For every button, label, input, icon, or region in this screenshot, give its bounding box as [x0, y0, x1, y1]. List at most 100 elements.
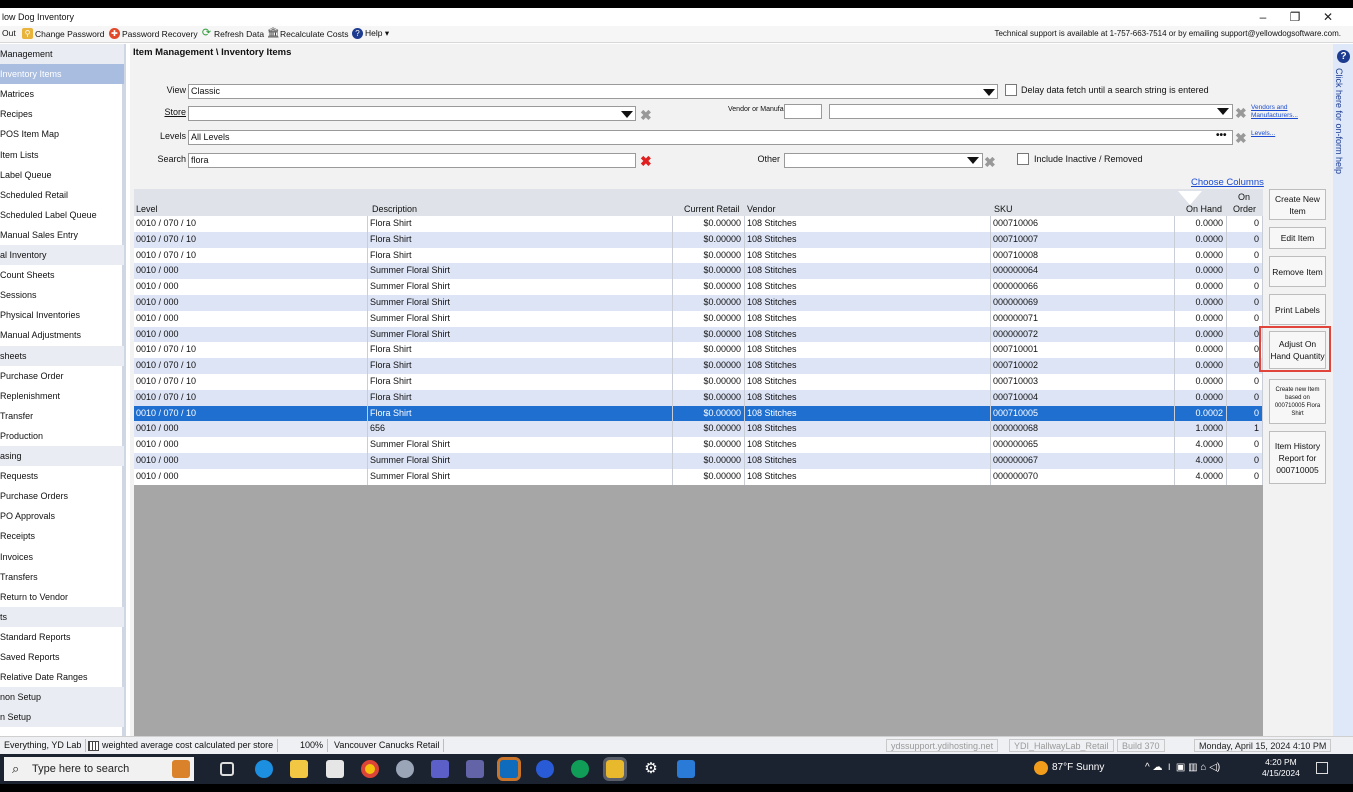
cell-on-order[interactable]: 0 [1227, 326, 1263, 343]
create-new-item-button[interactable]: Create New Item [1269, 189, 1326, 220]
on-form-help-link[interactable]: Click here for on-form help [1334, 68, 1344, 174]
cell-on-hand[interactable]: 0.0000 [1175, 358, 1227, 374]
column-header-vendor[interactable]: Vendor [747, 204, 776, 214]
cell-level[interactable]: 0010 / 070 / 10 [134, 358, 368, 374]
sidebar-item[interactable]: asing [0, 446, 124, 466]
column-header-current-retail[interactable]: Current Retail [684, 204, 740, 214]
table-row[interactable]: 0010 / 000 Summer Floral Shirt $0.00000 108… [134, 437, 1263, 453]
cell-level[interactable]: 0010 / 000 [134, 279, 368, 295]
cell-sku[interactable]: 000710007 [991, 231, 1175, 248]
sidebar-item[interactable]: al Inventory [0, 245, 124, 265]
clear-store-icon[interactable]: ✖ [640, 108, 652, 122]
cell-on-hand[interactable]: 0.0000 [1175, 310, 1227, 327]
cell-current-retail[interactable]: $0.00000 [673, 358, 745, 374]
cell-on-order[interactable]: 0 [1227, 358, 1263, 374]
cell-on-order[interactable]: 0 [1227, 231, 1263, 248]
outlook-icon[interactable] [497, 757, 521, 781]
chevron-down-icon[interactable] [621, 111, 633, 118]
cell-vendor[interactable]: 108 Stitches [745, 231, 991, 248]
cell-current-retail[interactable]: $0.00000 [673, 405, 745, 422]
cell-description[interactable]: Summer Floral Shirt [368, 263, 673, 280]
cell-vendor[interactable]: 108 Stitches [745, 389, 991, 406]
cell-current-retail[interactable]: $0.00000 [673, 263, 745, 280]
password-recovery-button[interactable]: ✚ Password Recovery [109, 28, 198, 39]
column-header-description[interactable]: Description [372, 204, 417, 214]
vendors-link[interactable]: Vendors and Manufacturers... [1251, 104, 1303, 120]
clear-other-icon[interactable]: ✖ [984, 155, 996, 169]
cell-level[interactable]: 0010 / 000 [134, 421, 368, 438]
cell-sku[interactable]: 000000067 [991, 453, 1175, 469]
cell-description[interactable]: Summer Floral Shirt [368, 279, 673, 295]
logout-button[interactable]: Out [2, 28, 16, 38]
sidebar-item[interactable]: Manual Adjustments [0, 325, 124, 345]
sidebar-item[interactable]: Scheduled Label Queue [0, 205, 124, 225]
cell-on-order[interactable]: 0 [1227, 453, 1263, 469]
table-row[interactable]: 0010 / 070 / 10 Flora Shirt $0.00000 108 St… [134, 247, 1263, 264]
cell-vendor[interactable]: 108 Stitches [745, 342, 991, 359]
clock[interactable]: 4:20 PM 4/15/2024 [1262, 757, 1300, 779]
teams-icon[interactable] [431, 760, 449, 778]
cell-on-hand[interactable]: 0.0000 [1175, 247, 1227, 264]
cell-on-hand[interactable]: 0.0000 [1175, 231, 1227, 248]
cell-level[interactable]: 0010 / 000 [134, 263, 368, 280]
sidebar-item[interactable]: Recipes [0, 104, 124, 124]
cell-level[interactable]: 0010 / 000 [134, 295, 368, 311]
cell-on-hand[interactable]: 0.0000 [1175, 216, 1227, 232]
column-header-on-hand[interactable]: On Hand [1186, 204, 1222, 214]
yellowdog-icon[interactable] [603, 757, 627, 781]
more-icon[interactable]: ••• [1216, 130, 1227, 141]
sidebar-item[interactable]: PO Approvals [0, 506, 124, 526]
sidebar-item[interactable]: Relative Date Ranges [0, 667, 124, 687]
vendor-select[interactable] [829, 104, 1233, 119]
cell-on-hand[interactable]: 0.0000 [1175, 374, 1227, 390]
column-header-on-order-top[interactable]: On [1238, 192, 1250, 202]
sidebar-item[interactable]: Transfers [0, 567, 124, 587]
create-based-on-button[interactable]: Create new Item based on 000710005 Flora… [1269, 379, 1326, 424]
sidebar-item[interactable]: Purchase Orders [0, 486, 124, 506]
sidebar-item[interactable]: Return to Vendor [0, 587, 124, 607]
table-row[interactable]: 0010 / 000 Summer Floral Shirt $0.00000 108… [134, 279, 1263, 295]
table-row[interactable]: 0010 / 000 Summer Floral Shirt $0.00000 108… [134, 310, 1263, 327]
sidebar-item[interactable]: Saved Reports [0, 647, 124, 667]
cell-current-retail[interactable]: $0.00000 [673, 326, 745, 343]
chrome-icon[interactable] [361, 760, 379, 778]
cell-description[interactable]: Summer Floral Shirt [368, 295, 673, 311]
cell-description[interactable]: Flora Shirt [368, 216, 673, 232]
cell-vendor[interactable]: 108 Stitches [745, 437, 991, 453]
cell-sku[interactable]: 000000066 [991, 279, 1175, 295]
sidebar-item[interactable]: POS Item Map [0, 124, 124, 144]
search-input[interactable]: flora [188, 153, 636, 168]
cell-current-retail[interactable]: $0.00000 [673, 468, 745, 485]
cell-description[interactable]: Flora Shirt [368, 231, 673, 248]
cell-sku[interactable]: 000710002 [991, 358, 1175, 374]
cell-on-hand[interactable]: 0.0000 [1175, 279, 1227, 295]
sidebar-item[interactable]: Manual Sales Entry [0, 225, 124, 245]
cell-vendor[interactable]: 108 Stitches [745, 374, 991, 390]
system-tray-icons[interactable]: ^ ☁ ⏽ ▣ ▥ ⌂ ◁) [1145, 762, 1220, 773]
taskbar-search-input[interactable]: ⌕ Type here to search [4, 757, 194, 781]
table-row[interactable]: 0010 / 070 / 10 Flora Shirt $0.00000 108 St… [134, 342, 1263, 359]
cell-description[interactable]: Summer Floral Shirt [368, 453, 673, 469]
cell-level[interactable]: 0010 / 000 [134, 437, 368, 453]
settings-gear-icon[interactable]: ⚙ [642, 760, 660, 778]
cell-current-retail[interactable]: $0.00000 [673, 216, 745, 232]
table-row[interactable]: 0010 / 000 Summer Floral Shirt $0.00000 108… [134, 263, 1263, 280]
sidebar-item[interactable]: Count Sheets [0, 265, 124, 285]
sidebar-item[interactable]: Invoices [0, 547, 124, 567]
cell-level[interactable]: 0010 / 000 [134, 326, 368, 343]
choose-columns-link[interactable]: Choose Columns [1191, 177, 1264, 188]
cell-on-order[interactable]: 0 [1227, 216, 1263, 232]
cell-vendor[interactable]: 108 Stitches [745, 310, 991, 327]
table-row[interactable]: 0010 / 000 Summer Floral Shirt $0.00000 108… [134, 453, 1263, 469]
cell-sku[interactable]: 000000072 [991, 326, 1175, 343]
cell-sku[interactable]: 000000065 [991, 437, 1175, 453]
sidebar-item[interactable]: Matrices [0, 84, 124, 104]
cell-current-retail[interactable]: $0.00000 [673, 389, 745, 406]
chevron-down-icon[interactable] [1217, 108, 1229, 115]
cell-level[interactable]: 0010 / 070 / 10 [134, 342, 368, 359]
cell-on-order[interactable]: 0 [1227, 247, 1263, 264]
cell-on-order[interactable]: 1 [1227, 421, 1263, 438]
cell-vendor[interactable]: 108 Stitches [745, 326, 991, 343]
sidebar-item[interactable]: sheets [0, 345, 124, 366]
cell-description[interactable]: Summer Floral Shirt [368, 310, 673, 327]
